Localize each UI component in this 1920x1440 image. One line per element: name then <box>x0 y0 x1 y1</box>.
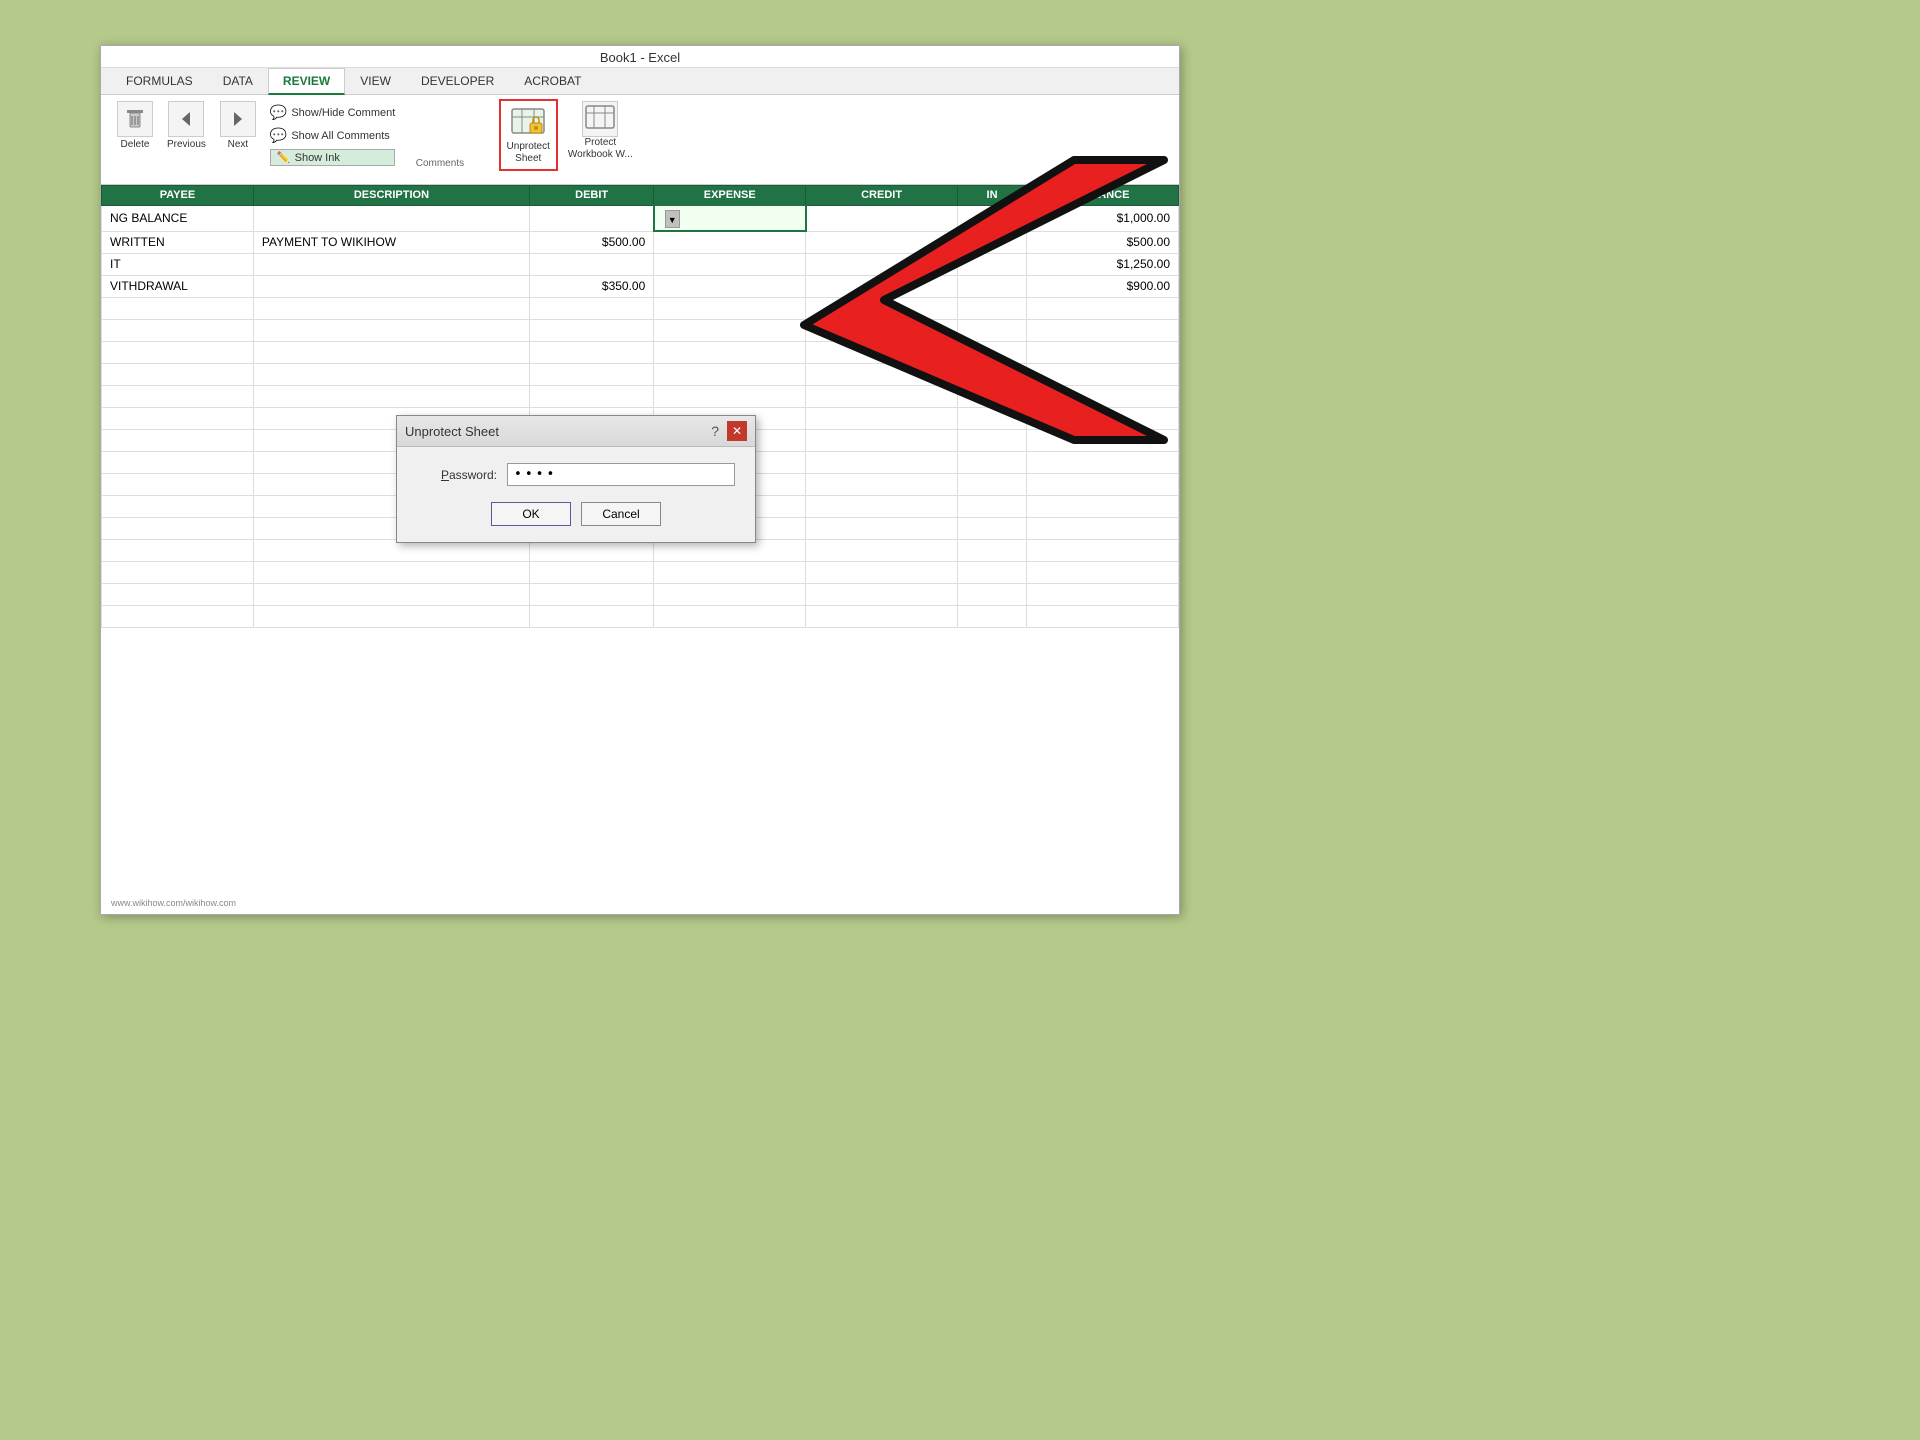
table-row: NG BALANCE ▼ $1,000.00 <box>102 205 1179 231</box>
dialog-password-label: Password: <box>417 468 497 482</box>
cell-expense-2[interactable] <box>654 231 806 253</box>
col-header-credit: CREDIT <box>806 186 958 206</box>
unprotect-sheet-dialog: Unprotect Sheet ? ✕ Password: OK Cancel <box>396 415 756 543</box>
cell-balance-3[interactable]: $1,250.00 <box>1027 253 1179 275</box>
unprotect-sheet-icon <box>508 105 548 141</box>
col-header-debit: DEBIT <box>530 186 654 206</box>
table-row <box>102 605 1179 627</box>
col-header-payee: PAYEE <box>102 186 254 206</box>
tab-developer[interactable]: DEVELOPER <box>406 68 509 94</box>
dialog-title: Unprotect Sheet <box>405 424 499 439</box>
col-header-in: IN <box>958 186 1027 206</box>
protect-workbook-button[interactable]: ProtectWorkbook W... <box>562 99 639 163</box>
cell-expense-1[interactable]: ▼ <box>654 205 806 231</box>
table-row: IT $750.00 $1,250.00 <box>102 253 1179 275</box>
show-ink-button[interactable]: ✏️ Show Ink <box>270 149 395 166</box>
col-header-balance: BALANCE <box>1027 186 1179 206</box>
table-row: VITHDRAWAL $350.00 $900.00 <box>102 275 1179 297</box>
dialog-close-button[interactable]: ✕ <box>727 421 747 441</box>
dialog-buttons: OK Cancel <box>417 502 735 526</box>
col-header-expense: EXPENSE <box>654 186 806 206</box>
cell-desc-3[interactable] <box>253 253 529 275</box>
dialog-title-icons: ? ✕ <box>707 421 747 441</box>
ribbon-content: Delete Previous Next 💬 <box>101 95 1179 185</box>
cell-credit-4[interactable] <box>806 275 958 297</box>
cell-in-1[interactable] <box>958 205 1027 231</box>
cell-debit-4[interactable]: $350.00 <box>530 275 654 297</box>
window-title: Book1 - Excel <box>600 50 680 65</box>
tab-review[interactable]: REVIEW <box>268 68 345 95</box>
previous-button[interactable]: Previous <box>161 99 212 152</box>
delete-icon <box>117 101 153 137</box>
show-ink-label: Show Ink <box>295 152 340 164</box>
dialog-help-button[interactable]: ? <box>707 423 723 439</box>
table-row <box>102 341 1179 363</box>
table-row <box>102 583 1179 605</box>
table-row: WRITTEN PAYMENT TO WIKIHOW $500.00 $500.… <box>102 231 1179 253</box>
protect-workbook-icon <box>582 101 618 137</box>
previous-icon <box>168 101 204 137</box>
protect-workbook-label: ProtectWorkbook W... <box>568 137 633 161</box>
unprotect-sheet-button[interactable]: UnprotectSheet <box>499 99 558 171</box>
next-label: Next <box>228 139 249 150</box>
cell-credit-1[interactable] <box>806 205 958 231</box>
dialog-password-input[interactable] <box>507 463 735 486</box>
cell-in-4[interactable] <box>958 275 1027 297</box>
previous-label: Previous <box>167 139 206 150</box>
cell-debit-1[interactable] <box>530 205 654 231</box>
dialog-password-row: Password: <box>417 463 735 486</box>
cell-balance-1[interactable]: $1,000.00 <box>1027 205 1179 231</box>
cell-in-3[interactable] <box>958 253 1027 275</box>
cell-expense-3[interactable] <box>654 253 806 275</box>
spreadsheet-grid: PAYEE DESCRIPTION DEBIT EXPENSE CREDIT I… <box>101 185 1179 628</box>
next-button[interactable]: Next <box>214 99 262 152</box>
delete-label: Delete <box>121 139 150 150</box>
cell-desc-2[interactable]: PAYMENT TO WIKIHOW <box>253 231 529 253</box>
cell-desc-1[interactable] <box>253 205 529 231</box>
comments-group-label: Comments <box>416 158 464 169</box>
cell-in-2[interactable] <box>958 231 1027 253</box>
watermark: www.wikihow.com/wikihow.com <box>111 898 236 908</box>
show-all-comments-label: Show All Comments <box>291 130 389 142</box>
dialog-ok-button[interactable]: OK <box>491 502 571 526</box>
cell-desc-4[interactable] <box>253 275 529 297</box>
unprotect-sheet-label: UnprotectSheet <box>507 141 550 165</box>
cell-payee-3[interactable]: IT <box>102 253 254 275</box>
dialog-body: Password: OK Cancel <box>397 447 755 542</box>
title-bar: Book1 - Excel <box>101 46 1179 68</box>
cell-debit-3[interactable] <box>530 253 654 275</box>
cell-payee-1[interactable]: NG BALANCE <box>102 205 254 231</box>
tab-data[interactable]: DATA <box>208 68 268 94</box>
cell-balance-2[interactable]: $500.00 <box>1027 231 1179 253</box>
table-row <box>102 385 1179 407</box>
excel-window: Book1 - Excel FORMULAS DATA REVIEW VIEW … <box>100 45 1180 915</box>
show-hide-comment-button[interactable]: 💬 Show/Hide Comment <box>270 103 395 122</box>
table-row <box>102 297 1179 319</box>
show-hide-comment-label: Show/Hide Comment <box>291 107 395 119</box>
dropdown-arrow[interactable]: ▼ <box>665 210 680 228</box>
dialog-title-bar: Unprotect Sheet ? ✕ <box>397 416 755 447</box>
cell-payee-2[interactable]: WRITTEN <box>102 231 254 253</box>
cell-credit-3[interactable]: $750.00 <box>806 253 958 275</box>
cell-balance-4[interactable]: $900.00 <box>1027 275 1179 297</box>
spreadsheet-area: PAYEE DESCRIPTION DEBIT EXPENSE CREDIT I… <box>101 185 1179 628</box>
cell-payee-4[interactable]: VITHDRAWAL <box>102 275 254 297</box>
show-all-comments-button[interactable]: 💬 Show All Comments <box>270 126 395 145</box>
ribbon-tabs: FORMULAS DATA REVIEW VIEW DEVELOPER ACRO… <box>101 68 1179 95</box>
next-icon <box>220 101 256 137</box>
cell-debit-2[interactable]: $500.00 <box>530 231 654 253</box>
cell-credit-2[interactable] <box>806 231 958 253</box>
dialog-cancel-button[interactable]: Cancel <box>581 502 661 526</box>
cell-expense-4[interactable] <box>654 275 806 297</box>
col-header-description: DESCRIPTION <box>253 186 529 206</box>
tab-view[interactable]: VIEW <box>345 68 406 94</box>
table-row <box>102 319 1179 341</box>
tab-formulas[interactable]: FORMULAS <box>111 68 208 94</box>
table-row <box>102 561 1179 583</box>
ink-icon: ✏️ <box>277 151 291 164</box>
delete-button[interactable]: Delete <box>111 99 159 152</box>
tab-acrobat[interactable]: ACROBAT <box>509 68 596 94</box>
table-row <box>102 363 1179 385</box>
